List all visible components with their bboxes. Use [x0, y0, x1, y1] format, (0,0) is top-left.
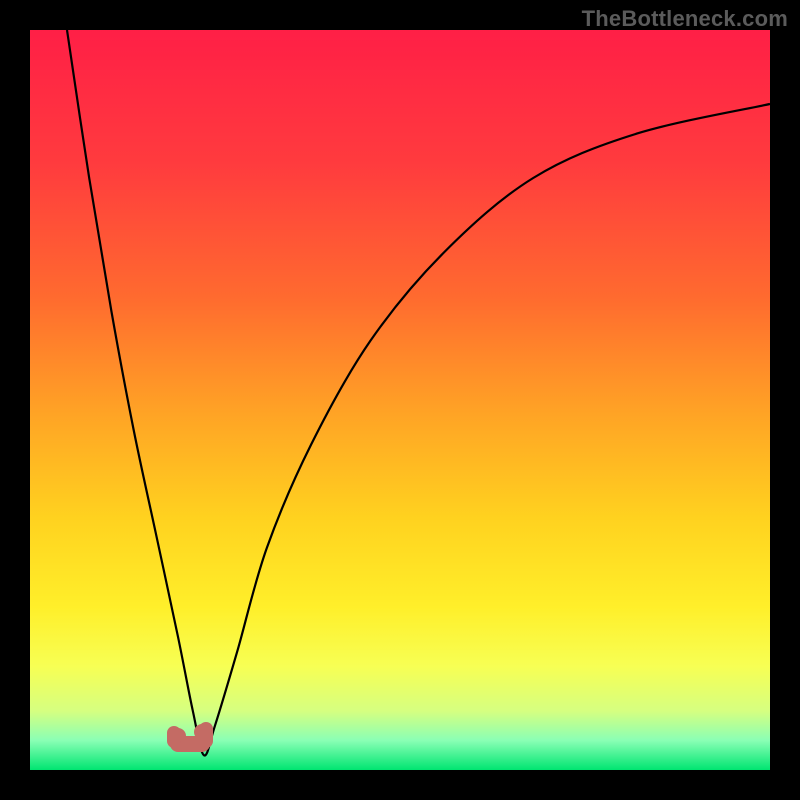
curve-layer	[30, 30, 770, 770]
watermark-text: TheBottleneck.com	[582, 6, 788, 32]
chart-frame: TheBottleneck.com	[0, 0, 800, 800]
plot-area	[30, 30, 770, 770]
marker-arm-right	[199, 722, 213, 748]
marker-arm-left	[167, 726, 181, 748]
bottleneck-curve	[67, 30, 770, 755]
